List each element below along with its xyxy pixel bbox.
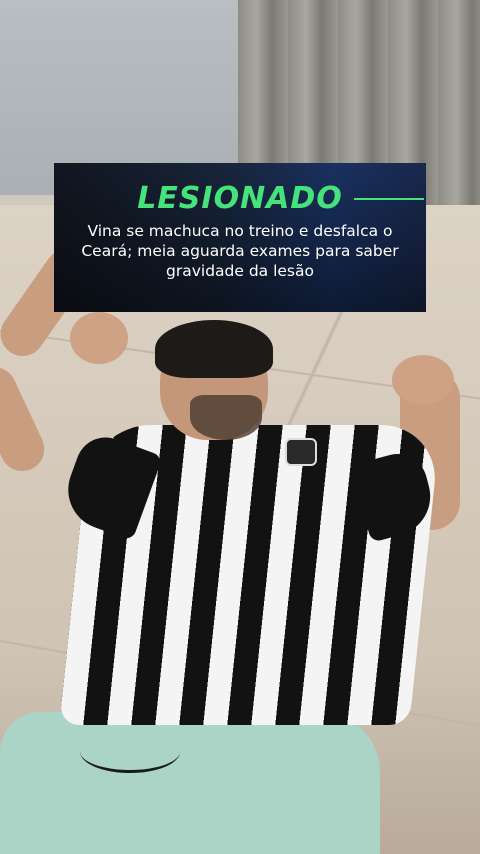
left-hand bbox=[70, 312, 128, 364]
headline-accent-line bbox=[354, 198, 424, 200]
shorts bbox=[0, 712, 380, 854]
beard bbox=[190, 395, 262, 440]
club-crest-icon bbox=[285, 438, 317, 466]
shorts-drawstring bbox=[80, 730, 180, 773]
person-lying-on-floor bbox=[0, 0, 480, 854]
hair bbox=[155, 320, 273, 378]
right-hand bbox=[392, 355, 454, 405]
headline-row: LESIONADO bbox=[54, 179, 426, 219]
news-overlay-card: LESIONADO Vina se machuca no treino e de… bbox=[54, 163, 426, 312]
left-forearm bbox=[0, 360, 52, 479]
background-photo bbox=[0, 0, 480, 854]
headline-subtitle: Vina se machuca no treino e desfalca o C… bbox=[81, 222, 399, 280]
